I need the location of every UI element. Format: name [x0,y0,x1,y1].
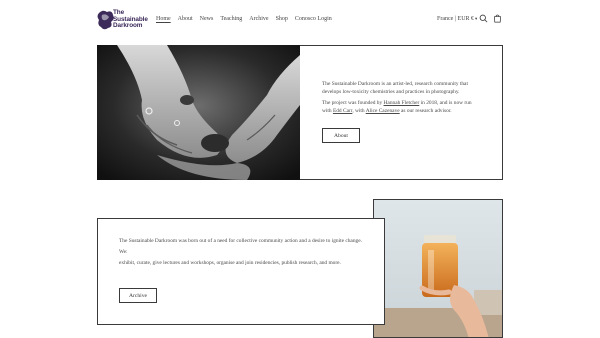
mission-paragraph-3: exhibit, curate, give lectures and works… [119,260,341,266]
nav-home[interactable]: Home [156,16,171,22]
mission-paragraph-2: We: [119,249,128,255]
nav-shop[interactable]: Shop [276,16,288,22]
about-button[interactable]: About [322,128,360,143]
archive-button[interactable]: Archive [119,288,157,303]
nav-conosco-login[interactable]: Conosco Login [295,16,332,22]
currency-label: France | EUR € [437,16,475,22]
nav-archive[interactable]: Archive [249,16,268,22]
mission-paragraph-1: The Sustainable Darkroom was born out of… [119,238,362,244]
alice-cazenave-link[interactable]: Alice Cazenave [366,108,400,114]
nav-news[interactable]: News [200,16,214,22]
nav-teaching[interactable]: Teaching [220,16,242,22]
edd-carr-link[interactable]: Edd Carr [333,108,352,114]
intro-paragraph-2: The project was founded by Hannah Fletch… [322,100,472,114]
search-icon[interactable] [479,14,488,23]
nav-about[interactable]: About [178,16,193,22]
jar-photo [373,199,503,338]
chevron-down-icon: ▾ [475,16,478,21]
intro-paragraph-1: The Sustainable Darkroom is an artist-le… [322,81,468,95]
cart-icon[interactable] [493,14,502,23]
intro-text: The Sustainable Darkroom is an artist-le… [322,80,482,118]
hands-photo [97,45,300,180]
currency-selector[interactable]: France | EUR €▾ [437,16,477,22]
site-logo[interactable]: The Sustainable Darkroom [97,9,148,31]
mission-text: The Sustainable Darkroom was born out of… [119,237,369,270]
logo-text: The Sustainable Darkroom [113,9,148,30]
hannah-fletcher-link[interactable]: Hannah Fletcher [384,100,420,106]
mission-section [97,218,385,325]
main-nav: Home About News Teaching Archive Shop Co… [156,16,339,22]
